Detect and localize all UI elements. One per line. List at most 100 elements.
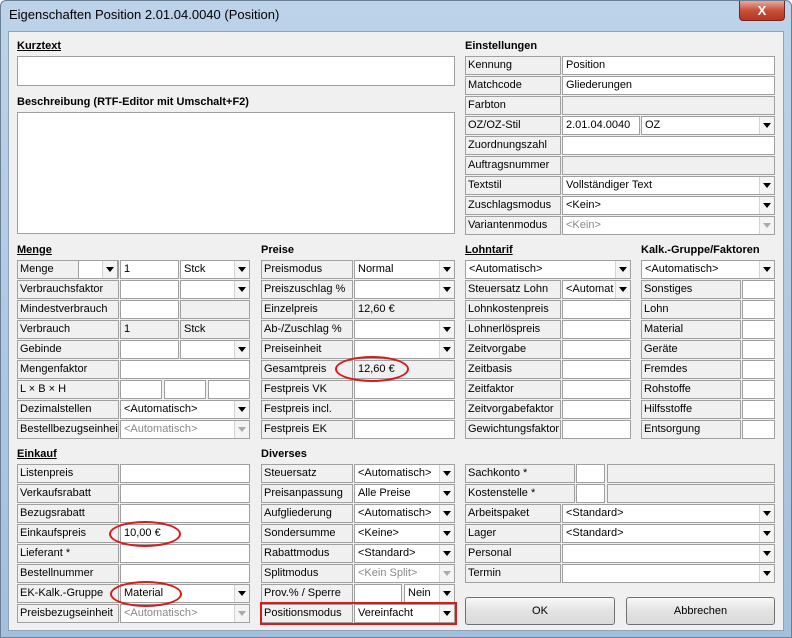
kalk-lohn-field[interactable] [742, 300, 775, 319]
sperre-dropdown[interactable]: Nein [404, 584, 455, 603]
kostenstelle-field[interactable] [576, 484, 605, 503]
preiseinheit-dropdown[interactable] [354, 340, 455, 359]
lager-dropdown[interactable]: <Standard> [562, 524, 775, 543]
kalk-gruppe-dropdown[interactable]: <Automatisch> [641, 260, 775, 279]
listenpreis-field[interactable] [120, 464, 250, 483]
laenge-field[interactable] [120, 380, 162, 399]
beschreibung-editor[interactable] [17, 112, 455, 234]
chevron-down-icon[interactable] [439, 585, 454, 602]
provision-field[interactable] [354, 584, 402, 603]
chevron-down-icon[interactable] [234, 421, 249, 438]
chevron-down-icon[interactable] [759, 197, 774, 214]
chevron-down-icon[interactable] [759, 525, 774, 542]
chevron-down-icon[interactable] [759, 545, 774, 562]
preisbezugseinheit-dropdown[interactable]: <Automatisch> [120, 604, 250, 623]
chevron-down-icon[interactable] [234, 261, 249, 278]
menge-prefix-dropdown[interactable] [78, 260, 118, 279]
chevron-down-icon[interactable] [439, 525, 454, 542]
chevron-down-icon[interactable] [439, 505, 454, 522]
chevron-down-icon[interactable] [234, 341, 249, 358]
lohntarif-dropdown[interactable]: <Automatisch> [465, 260, 631, 279]
verbrauchsfaktor-dropdown[interactable] [180, 280, 250, 299]
preiszuschlag-dropdown[interactable] [354, 280, 455, 299]
sachkonto-field[interactable] [576, 464, 605, 483]
zeitbasis-field[interactable] [562, 360, 631, 379]
arbeitspaket-dropdown[interactable]: <Standard> [562, 504, 775, 523]
chevron-down-icon[interactable] [615, 261, 630, 278]
oz-field[interactable]: 2.01.04.0040 [562, 116, 640, 135]
kalk-entsorgung-field[interactable] [742, 420, 775, 439]
chevron-down-icon[interactable] [759, 261, 774, 278]
sondersumme-dropdown[interactable]: <Keine> [354, 524, 455, 543]
dezimalstellen-dropdown[interactable]: <Automatisch> [120, 400, 250, 419]
festpreis-ek-field[interactable] [354, 420, 455, 439]
bestellnummer-field[interactable] [120, 564, 250, 583]
kalk-geraete-field[interactable] [742, 340, 775, 359]
chevron-down-icon[interactable] [439, 341, 454, 358]
chevron-down-icon[interactable] [439, 321, 454, 338]
lieferant-field[interactable] [120, 544, 250, 563]
preisanpassung-dropdown[interactable]: Alle Preise [354, 484, 455, 503]
close-button[interactable]: X [739, 1, 785, 21]
zuordnungszahl-field[interactable] [562, 136, 775, 155]
festpreis-incl-field[interactable] [354, 400, 455, 419]
kennung-field[interactable]: Position [562, 56, 775, 75]
zeitvorgabe-field[interactable] [562, 340, 631, 359]
termin-dropdown[interactable] [562, 564, 775, 583]
chevron-down-icon[interactable] [439, 465, 454, 482]
gewichtungsfaktor-field[interactable] [562, 420, 631, 439]
chevron-down-icon[interactable] [234, 585, 249, 602]
zeitvorgabefaktor-field[interactable] [562, 400, 631, 419]
kalk-sonstiges-field[interactable] [742, 280, 775, 299]
chevron-down-icon[interactable] [759, 565, 774, 582]
chevron-down-icon[interactable] [439, 565, 454, 582]
ab-zuschlag-dropdown[interactable] [354, 320, 455, 339]
auftragsnummer-field[interactable] [562, 156, 775, 175]
einkaufspreis-field[interactable]: 10,00 € [120, 524, 250, 543]
hoehe-field[interactable] [208, 380, 250, 399]
steuersatz-dropdown[interactable]: <Automatisch> [354, 464, 455, 483]
mengenfaktor-field[interactable] [120, 360, 250, 379]
textstil-dropdown[interactable]: Vollständiger Text [562, 176, 775, 195]
breite-field[interactable] [164, 380, 206, 399]
chevron-down-icon[interactable] [439, 485, 454, 502]
aufgliederung-dropdown[interactable]: <Automatisch> [354, 504, 455, 523]
personal-dropdown[interactable] [562, 544, 775, 563]
cancel-button[interactable]: Abbrechen [626, 597, 775, 625]
verbrauchsfaktor-field[interactable] [120, 280, 179, 299]
gebinde-field[interactable] [120, 340, 179, 359]
ek-kalk-gruppe-dropdown[interactable]: Material [120, 584, 250, 603]
chevron-down-icon[interactable] [439, 545, 454, 562]
oz-stil-dropdown[interactable]: OZ [641, 116, 775, 135]
title-bar[interactable]: Eigenschaften Position 2.01.04.0040 (Pos… [1, 1, 791, 32]
festpreis-vk-field[interactable] [354, 380, 455, 399]
positionsmodus-dropdown[interactable]: Vereinfacht [354, 604, 455, 623]
chevron-down-icon[interactable] [234, 281, 249, 298]
steuersatz-lohn-dropdown[interactable]: <Automat [562, 280, 631, 299]
menge-einheit-dropdown[interactable]: Stck [180, 260, 250, 279]
rabattmodus-dropdown[interactable]: <Standard> [354, 544, 455, 563]
chevron-down-icon[interactable] [615, 281, 630, 298]
kalk-material-field[interactable] [742, 320, 775, 339]
chevron-down-icon[interactable] [439, 605, 454, 622]
zuschlagsmodus-dropdown[interactable]: <Kein> [562, 196, 775, 215]
kurztext-input[interactable] [17, 56, 455, 86]
ok-button[interactable]: OK [465, 597, 615, 625]
chevron-down-icon[interactable] [439, 261, 454, 278]
chevron-down-icon[interactable] [234, 401, 249, 418]
lohnerloespreis-field[interactable] [562, 320, 631, 339]
lohnkostenpreis-field[interactable] [562, 300, 631, 319]
splitmodus-dropdown[interactable]: <Kein Split> [354, 564, 455, 583]
variantenmodus-dropdown[interactable]: <Kein> [562, 216, 775, 235]
bestellbezugseinheit-dropdown[interactable]: <Automatisch> [120, 420, 250, 439]
chevron-down-icon[interactable] [759, 117, 774, 134]
kalk-rohstoffe-field[interactable] [742, 380, 775, 399]
farbton-field[interactable] [562, 96, 775, 115]
chevron-down-icon[interactable] [439, 281, 454, 298]
matchcode-field[interactable]: Gliederungen [562, 76, 775, 95]
chevron-down-icon[interactable] [234, 605, 249, 622]
mindestverbrauch-field[interactable] [120, 300, 179, 319]
zeitfaktor-field[interactable] [562, 380, 631, 399]
gebinde-dropdown[interactable] [180, 340, 250, 359]
menge-field[interactable]: 1 [120, 260, 179, 279]
